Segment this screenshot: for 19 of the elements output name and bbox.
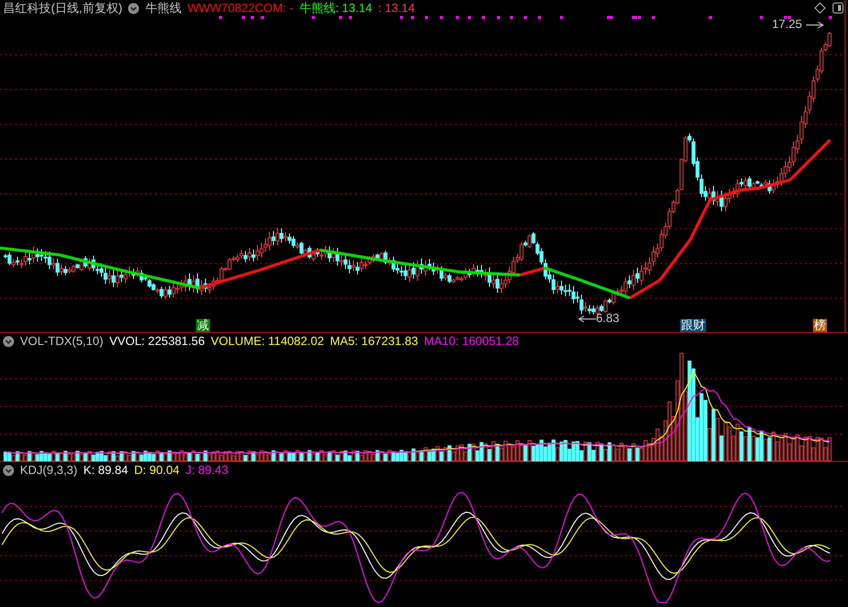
indicator-name: 牛熊线 [145, 0, 182, 17]
indicator-value: VVOL: 225381.56 [109, 333, 205, 350]
indicator-value: VOLUME: 114082.02 [210, 333, 324, 350]
signal-marker: 跟财 [680, 319, 706, 332]
indicator-value: K: 89.84 [83, 462, 128, 479]
indicator-value: MA5: 167231.83 [330, 333, 418, 350]
stock-title: 昌红科技(日线,前复权) [3, 0, 122, 17]
indicator-name: KDJ(9,3,3) [20, 462, 78, 479]
high-price-label: 17.25 [772, 18, 802, 31]
indicator-value: WWW70822COM: - [187, 0, 294, 17]
indicator-value: : 13.14 [378, 0, 415, 17]
indicator-value: J: 89.43 [185, 462, 228, 479]
indicator-name: VOL-TDX(5,10) [20, 333, 104, 350]
indicator-value: 牛熊线: 13.14 [299, 0, 372, 17]
signal-marker: 减 [196, 319, 210, 332]
indicator-value: MA10: 160051.28 [424, 333, 519, 350]
indicator-value: D: 90.04 [134, 462, 180, 479]
low-price-label: 6.83 [596, 312, 620, 325]
signal-marker: 榜 [813, 319, 827, 332]
